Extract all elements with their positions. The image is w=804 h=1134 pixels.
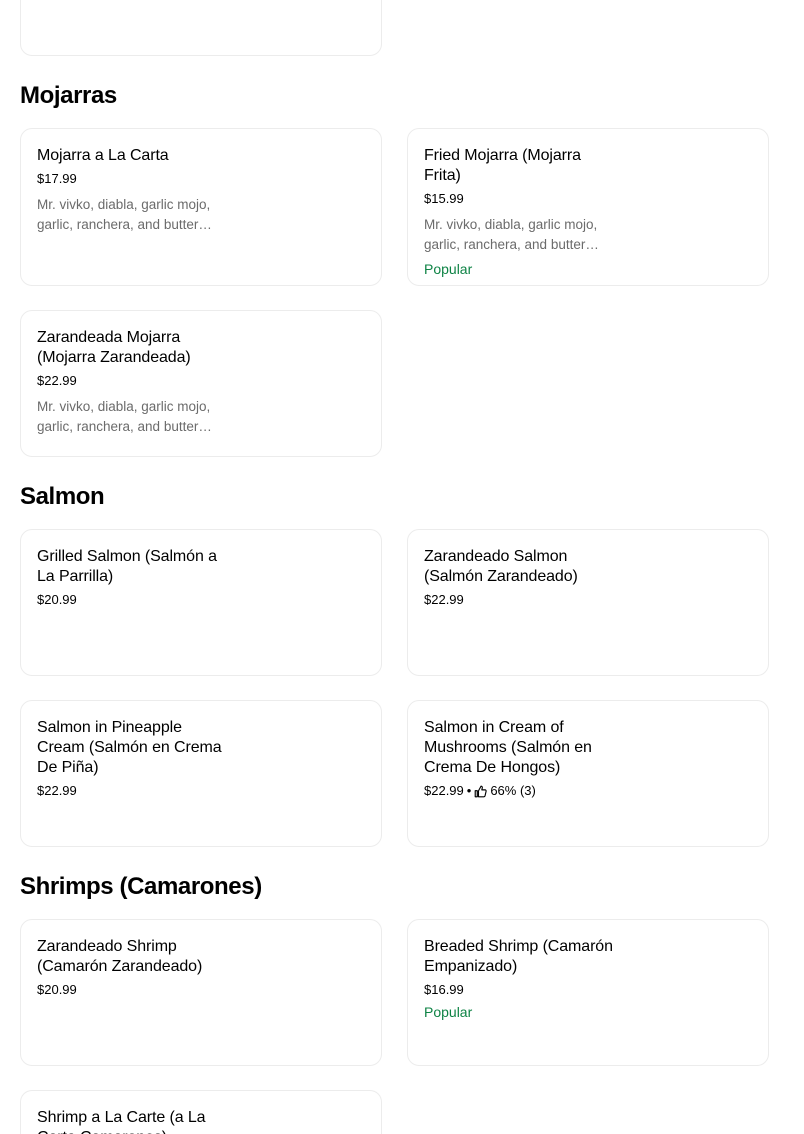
menu-item-name: Zarandeado Salmon (Salmón Zarandeado) — [424, 548, 578, 585]
menu-item-description: Mr. vivko, diabla, garlic mojo, garlic, … — [37, 399, 212, 434]
menu-item-name: Breaded Shrimp (Camarón Empanizado) — [424, 938, 613, 975]
separator-dot: • — [466, 783, 472, 798]
menu-item-price: $20.99 — [37, 592, 77, 607]
menu-item-description: Mr. vivko, diabla, garlic mojo, garlic, … — [424, 217, 599, 252]
menu-item-card[interactable]: Mojarra a La Carta $17.99 Mr. vivko, dia… — [20, 128, 382, 286]
menu-item-price: $22.99 — [37, 783, 77, 798]
popular-badge: Popular — [424, 261, 473, 277]
menu-item-price: $20.99 — [37, 982, 77, 997]
section-title-shrimps: Shrimps (Camarones) — [20, 873, 262, 900]
menu-item-name: Fried Mojarra (Mojarra Frita) — [424, 147, 581, 184]
menu-item-card[interactable]: Salmon in Cream of Mushrooms (Salmón en … — [407, 700, 769, 847]
menu-item-name: Zarandeada Mojarra (Mojarra Zarandeada) — [37, 329, 191, 366]
menu-item-price: $22.99 — [424, 592, 464, 607]
menu-item-card-partial-top[interactable] — [20, 0, 382, 56]
menu-item-card[interactable]: Salmon in Pineapple Cream (Salmón en Cre… — [20, 700, 382, 847]
section-title-salmon: Salmon — [20, 483, 105, 510]
menu-item-price: $17.99 — [37, 171, 77, 186]
menu-item-name: Zarandeado Shrimp (Camarón Zarandeado) — [37, 938, 203, 975]
menu-item-price: $22.99 — [37, 373, 77, 388]
menu-item-card[interactable]: Shrimp a La Carte (a La Carta Camarones) — [20, 1090, 382, 1134]
popular-badge: Popular — [424, 1004, 473, 1020]
menu-item-name: Salmon in Pineapple Cream (Salmón en Cre… — [37, 719, 222, 776]
menu-item-card[interactable]: Zarandeado Shrimp (Camarón Zarandeado) $… — [20, 919, 382, 1066]
menu-item-name: Mojarra a La Carta — [37, 147, 169, 164]
menu-item-price: $16.99 — [424, 982, 464, 997]
menu-item-card[interactable]: Zarandeado Salmon (Salmón Zarandeado) $2… — [407, 529, 769, 676]
menu-item-name: Salmon in Cream of Mushrooms (Salmón en … — [424, 719, 592, 776]
menu-item-card[interactable]: Fried Mojarra (Mojarra Frita) $15.99 Mr.… — [407, 128, 769, 286]
rating-text: 66% (3) — [490, 783, 536, 798]
menu-item-price: $15.99 — [424, 191, 464, 206]
menu-item-card[interactable]: Breaded Shrimp (Camarón Empanizado) $16.… — [407, 919, 769, 1066]
menu-item-description: Mr. vivko, diabla, garlic mojo, garlic, … — [37, 197, 212, 232]
menu-item-card[interactable]: Grilled Salmon (Salmón a La Parrilla) $2… — [20, 529, 382, 676]
thumbs-up-icon — [474, 785, 488, 797]
menu-item-name: Grilled Salmon (Salmón a La Parrilla) — [37, 548, 217, 585]
menu-item-card[interactable]: Zarandeada Mojarra (Mojarra Zarandeada) … — [20, 310, 382, 457]
menu-item-name: Shrimp a La Carte (a La Carta Camarones) — [37, 1109, 206, 1134]
menu-item-price: $22.99 — [424, 783, 464, 798]
section-title-mojarras: Mojarras — [20, 82, 117, 109]
